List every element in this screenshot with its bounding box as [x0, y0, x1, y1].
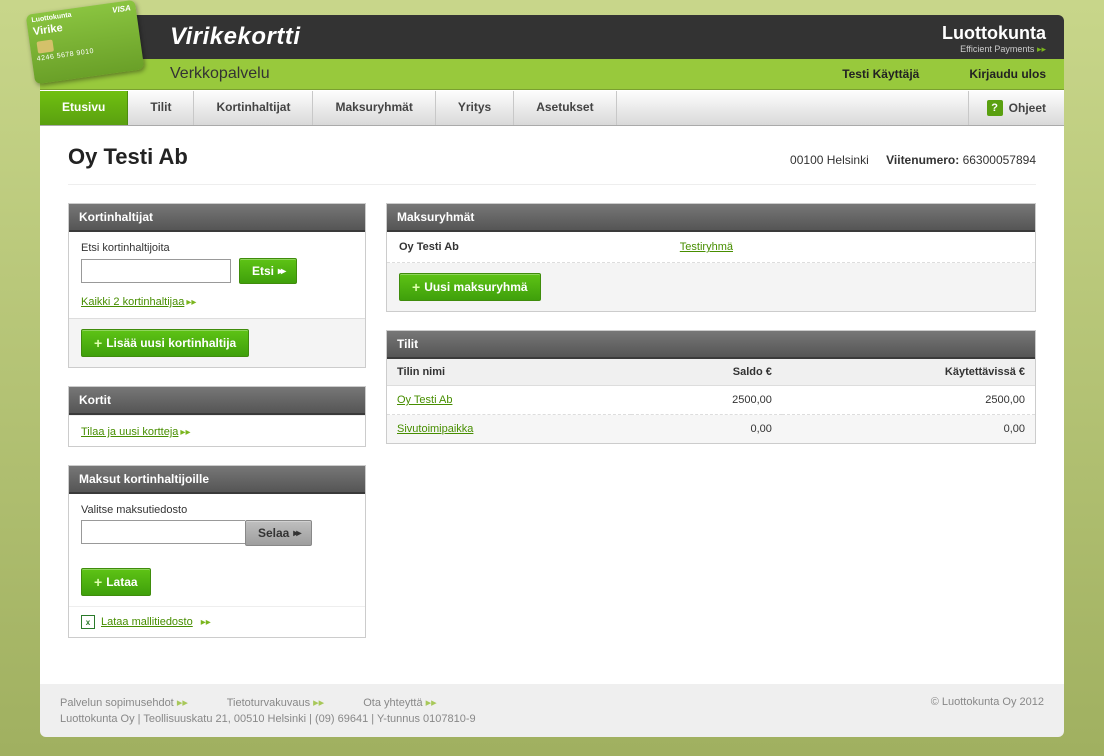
account-row: Oy Testi Ab 2500,00 2500,00 — [387, 386, 1035, 415]
nav-company[interactable]: Yritys — [436, 91, 514, 125]
paygroup-row: Oy Testi Ab Testiryhmä — [387, 232, 1035, 263]
nav-help[interactable]: ? Ohjeet — [968, 91, 1064, 125]
username-label: Testi Käyttäjä — [842, 67, 919, 81]
download-template-link[interactable]: Lataa mallitiedosto — [101, 616, 193, 628]
page-header: Oy Testi Ab 00100 Helsinki Viitenumero: … — [68, 144, 1036, 185]
footer: Palvelun sopimusehdot ▸▸ Tietoturvakuvau… — [40, 684, 1064, 737]
cardholders-panel: Kortinhaltijat Etsi kortinhaltijoita Ets… — [68, 203, 366, 368]
nav-cardholders[interactable]: Kortinhaltijat — [194, 91, 313, 125]
col-balance: Saldo € — [631, 359, 782, 386]
paygroup-link[interactable]: Testiryhmä — [680, 241, 733, 253]
payment-file-input[interactable] — [81, 520, 245, 544]
file-label: Valitse maksutiedosto — [81, 504, 353, 516]
upload-button[interactable]: + Lataa — [81, 568, 151, 596]
app-title: Virikekortti — [170, 23, 301, 51]
accounts-panel: Tilit Tilin nimi Saldo € Käytettävissä € — [386, 330, 1036, 444]
footer-copyright: © Luottokunta Oy 2012 — [931, 696, 1044, 725]
footer-security-link[interactable]: Tietoturvakuvaus — [227, 697, 310, 709]
paygroups-panel: Maksuryhmät Oy Testi Ab Testiryhmä + Uus… — [386, 203, 1036, 312]
paygroups-title: Maksuryhmät — [387, 204, 1035, 232]
account-available: 0,00 — [782, 415, 1035, 444]
account-row: Sivutoimipaikka 0,00 0,00 — [387, 415, 1035, 444]
browse-button[interactable]: Selaa▸▸ — [245, 520, 312, 546]
nav-paygroups[interactable]: Maksuryhmät — [313, 91, 435, 125]
reference-number: 66300057894 — [963, 153, 1036, 167]
xls-icon: x — [81, 615, 95, 629]
add-cardholder-button[interactable]: + Lisää uusi kortinhaltija — [81, 329, 249, 357]
paygroup-name: Oy Testi Ab — [399, 241, 680, 253]
order-cards-link[interactable]: Tilaa ja uusi kortteja — [81, 426, 178, 438]
account-available: 2500,00 — [782, 386, 1035, 415]
cards-title: Kortit — [69, 387, 365, 415]
plus-icon: + — [412, 279, 420, 295]
cardholders-title: Kortinhaltijat — [69, 204, 365, 232]
col-available: Käytettävissä € — [782, 359, 1035, 386]
logout-link[interactable]: Kirjaudu ulos — [969, 67, 1046, 81]
account-balance: 2500,00 — [631, 386, 782, 415]
payments-panel: Maksut kortinhaltijoille Valitse maksuti… — [68, 465, 366, 638]
col-account-name: Tilin nimi — [387, 359, 631, 386]
footer-contact-link[interactable]: Ota yhteyttä — [363, 697, 422, 709]
nav-accounts[interactable]: Tilit — [128, 91, 194, 125]
search-button[interactable]: Etsi▸▸ — [239, 258, 297, 284]
city-label: 00100 Helsinki — [790, 153, 869, 167]
title-bar: Virikekortti Luottokunta Efficient Payme… — [40, 15, 1064, 59]
sub-bar: Verkkopalvelu Testi Käyttäjä Kirjaudu ul… — [40, 59, 1064, 90]
help-icon: ? — [987, 100, 1003, 116]
plus-icon: + — [94, 574, 102, 590]
accounts-table: Tilin nimi Saldo € Käytettävissä € Oy Te… — [387, 359, 1035, 443]
provider-logo: Luottokunta Efficient Payments ▸▸ — [942, 23, 1046, 55]
nav-home[interactable]: Etusivu — [40, 91, 128, 125]
accounts-title: Tilit — [387, 331, 1035, 359]
cards-panel: Kortit Tilaa ja uusi kortteja▸▸ — [68, 386, 366, 447]
nav-settings[interactable]: Asetukset — [514, 91, 616, 125]
plus-icon: + — [94, 335, 102, 351]
nav-bar: Etusivu Tilit Kortinhaltijat Maksuryhmät… — [40, 90, 1064, 126]
payments-title: Maksut kortinhaltijoille — [69, 466, 365, 494]
account-balance: 0,00 — [631, 415, 782, 444]
app-subtitle: Verkkopalvelu — [170, 65, 270, 83]
search-label: Etsi kortinhaltijoita — [81, 242, 353, 254]
add-paygroup-button[interactable]: + Uusi maksuryhmä — [399, 273, 541, 301]
footer-terms-link[interactable]: Palvelun sopimusehdot — [60, 697, 174, 709]
cardholder-search-input[interactable] — [81, 259, 231, 283]
page-title: Oy Testi Ab — [68, 144, 188, 170]
all-cardholders-link[interactable]: Kaikki 2 kortinhaltijaa — [81, 296, 184, 308]
account-link[interactable]: Oy Testi Ab — [397, 394, 452, 406]
footer-address: Luottokunta Oy | Teollisuuskatu 21, 0051… — [60, 713, 476, 725]
account-link[interactable]: Sivutoimipaikka — [397, 423, 473, 435]
